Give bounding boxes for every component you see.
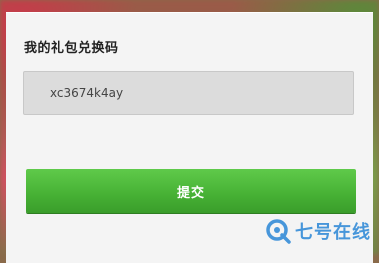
gift-code-field[interactable]: xc3674k4ay — [23, 71, 354, 115]
submit-button[interactable]: 提交 — [26, 169, 356, 213]
dialog-title: 我的礼包兑换码 — [24, 41, 119, 56]
submit-button-label: 提交 — [176, 185, 205, 201]
watermark-text: 七号在线 — [295, 222, 371, 243]
gift-code-value: xc3674k4ay — [50, 86, 124, 100]
watermark: 七号在线 — [265, 218, 371, 244]
q-circle-icon — [266, 219, 291, 244]
